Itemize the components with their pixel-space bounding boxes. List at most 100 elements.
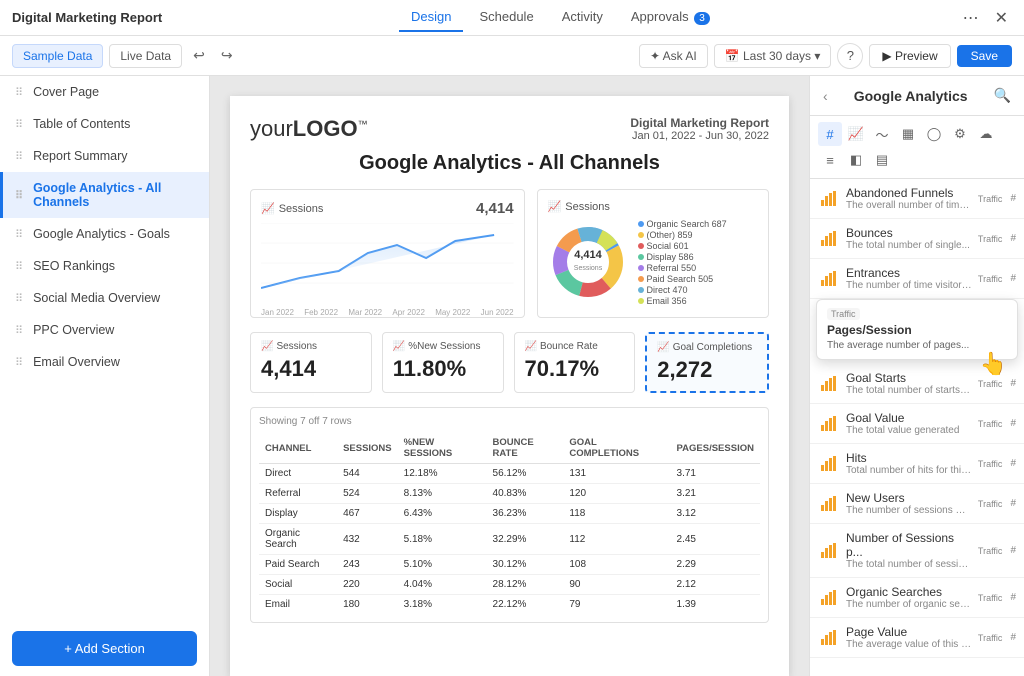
- panel-tab-list[interactable]: ≡: [818, 148, 842, 172]
- panel-search-button[interactable]: 🔍: [991, 86, 1014, 105]
- sidebar-item-label: Cover Page: [33, 85, 99, 99]
- add-section-button[interactable]: + Add Section: [12, 631, 197, 666]
- close-icon[interactable]: ✕: [991, 6, 1012, 30]
- sidebar-item-seo[interactable]: ⠿ SEO Rankings: [0, 250, 209, 282]
- live-data-button[interactable]: Live Data: [109, 44, 182, 68]
- preview-button[interactable]: ▶ Preview: [869, 44, 950, 68]
- panel-item-new-users-tag: Traffic: [978, 499, 1003, 509]
- panel-tab-table[interactable]: ▤: [870, 148, 894, 172]
- col-channel: CHANNEL: [259, 433, 337, 464]
- panel-item-entrances[interactable]: Entrances The number of time visitors...…: [810, 259, 1024, 299]
- panel-item-hits-hash: #: [1010, 458, 1016, 469]
- panel-item-entrances-name: Entrances: [846, 266, 972, 280]
- donut-chart-wrap: 4,414 Sessions Organic Search 687 (Other…: [548, 219, 758, 307]
- app-title: Digital Marketing Report: [12, 10, 162, 25]
- tooltip-container: Traffic Pages/Session The average number…: [810, 299, 1024, 360]
- col-goals: GOAL COMPLETIONS: [563, 433, 670, 464]
- save-button[interactable]: Save: [957, 45, 1012, 67]
- drag-icon: ⠿: [15, 260, 23, 273]
- sidebar-item-label: Report Summary: [33, 149, 127, 163]
- table-row: Direct54412.18%56.12%1313.71: [259, 464, 760, 484]
- panel-tab-cloud[interactable]: ☁: [974, 122, 998, 146]
- tab-activity[interactable]: Activity: [550, 3, 615, 32]
- sidebar-item-label: Google Analytics - All Channels: [33, 181, 197, 209]
- panel-tab-wave[interactable]: 〜: [870, 122, 894, 146]
- toolbar-right: ✦ Ask AI 📅 Last 30 days ▾ ? ▶ Preview Sa…: [639, 43, 1012, 69]
- panel-item-new-users-desc: The number of sessions m...: [846, 505, 972, 516]
- svg-text:4,414: 4,414: [574, 249, 602, 261]
- panel-item-goal-starts-info: Goal Starts The total number of starts f…: [846, 371, 972, 396]
- panel-item-abandoned-funnels[interactable]: Abandoned Funnels The overall number of …: [810, 179, 1024, 219]
- help-button[interactable]: ?: [837, 43, 863, 69]
- panel-tab-circle[interactable]: ◯: [922, 122, 946, 146]
- panel-item-num-sessions-desc: The total number of sessions...: [846, 559, 972, 570]
- share-icon[interactable]: ⋯: [959, 6, 983, 30]
- panel-item-hits-name: Hits: [846, 451, 972, 465]
- tab-approvals[interactable]: Approvals 3: [619, 3, 722, 32]
- panel-item-bounces-name: Bounces: [846, 226, 972, 240]
- line-chart-box: 📈 Sessions 4,414: [250, 189, 525, 318]
- panel-item-organic-searches[interactable]: Organic Searches The number of organic s…: [810, 578, 1024, 618]
- canvas: yourLOGO™ Digital Marketing Report Jan 0…: [210, 76, 809, 676]
- sidebar-item-label: Table of Contents: [33, 117, 130, 131]
- panel-item-hits[interactable]: Hits Total number of hits for this... Tr…: [810, 444, 1024, 484]
- panel-item-goal-value-name: Goal Value: [846, 411, 972, 425]
- metric-goal-value: 2,272: [657, 357, 757, 383]
- table-row: Email1803.18%22.12%791.39: [259, 595, 760, 615]
- panel-item-num-sessions-hash: #: [1010, 545, 1016, 556]
- hand-icon: 👆: [980, 351, 1007, 377]
- top-bar: Digital Marketing Report Design Schedule…: [0, 0, 1024, 36]
- logo-bold: LOGO: [293, 116, 358, 141]
- sidebar: ⠿ Cover Page ⠿ Table of Contents ⠿ Repor…: [0, 76, 210, 676]
- panel-item-page-value[interactable]: Page Value The average value of this pag…: [810, 618, 1024, 658]
- panel-title: Google Analytics: [854, 88, 968, 104]
- sidebar-item-ppc[interactable]: ⠿ PPC Overview: [0, 314, 209, 346]
- panel-item-organic-searches-name: Organic Searches: [846, 585, 972, 599]
- panel-item-bounces[interactable]: Bounces The total number of single... Tr…: [810, 219, 1024, 259]
- panel-icon-tabs: # 📈 〜 ▦ ◯ ⚙ ☁ ≡ ◧ ▤: [810, 116, 1024, 179]
- sidebar-item-toc[interactable]: ⠿ Table of Contents: [0, 108, 209, 140]
- panel-tab-gear[interactable]: ⚙: [948, 122, 972, 146]
- panel-item-new-users[interactable]: New Users The number of sessions m... Tr…: [810, 484, 1024, 524]
- main-layout: ⠿ Cover Page ⠿ Table of Contents ⠿ Repor…: [0, 76, 1024, 676]
- svg-text:Sessions: Sessions: [573, 265, 602, 272]
- sidebar-item-summary[interactable]: ⠿ Report Summary: [0, 140, 209, 172]
- panel-item-page-value-desc: The average value of this pag...: [846, 639, 972, 650]
- panel-tab-layout[interactable]: ◧: [844, 148, 868, 172]
- sidebar-item-label: PPC Overview: [33, 323, 114, 337]
- date-range-button[interactable]: 📅 Last 30 days ▾: [714, 44, 832, 68]
- panel-item-organic-searches-info: Organic Searches The number of organic s…: [846, 585, 972, 610]
- chart-icon: [818, 493, 840, 515]
- sidebar-item-ga-goals[interactable]: ⠿ Google Analytics - Goals: [0, 218, 209, 250]
- chart-icon: [818, 373, 840, 395]
- panel-item-page-value-info: Page Value The average value of this pag…: [846, 625, 972, 650]
- redo-button[interactable]: ↪: [216, 44, 238, 67]
- panel-item-goal-value-hash: #: [1010, 418, 1016, 429]
- drag-icon: ⠿: [15, 228, 23, 241]
- sidebar-item-cover-page[interactable]: ⠿ Cover Page: [0, 76, 209, 108]
- undo-button[interactable]: ↩: [188, 44, 210, 67]
- metric-sessions: 📈 Sessions 4,414: [250, 332, 372, 393]
- panel-tab-hash[interactable]: #: [818, 122, 842, 146]
- donut-svg: 4,414 Sessions: [548, 222, 628, 302]
- panel-item-num-sessions[interactable]: Number of Sessions p... The total number…: [810, 524, 1024, 578]
- panel-back-button[interactable]: ‹: [820, 87, 831, 105]
- sidebar-item-label: SEO Rankings: [33, 259, 115, 273]
- data-table-content: CHANNEL SESSIONS %NEW SESSIONS BOUNCE RA…: [259, 433, 760, 614]
- donut-chart-label: 📈 Sessions: [548, 200, 758, 213]
- sidebar-item-ga-all[interactable]: ⠿ Google Analytics - All Channels: [0, 172, 209, 218]
- panel-item-bounces-info: Bounces The total number of single...: [846, 226, 972, 251]
- panel-tab-line[interactable]: 📈: [844, 122, 868, 146]
- sample-data-button[interactable]: Sample Data: [12, 44, 103, 68]
- sidebar-item-email[interactable]: ⠿ Email Overview: [0, 346, 209, 378]
- tab-design[interactable]: Design: [399, 3, 463, 32]
- ask-ai-button[interactable]: ✦ Ask AI: [639, 44, 708, 68]
- tab-schedule[interactable]: Schedule: [467, 3, 545, 32]
- panel-item-num-sessions-info: Number of Sessions p... The total number…: [846, 531, 972, 570]
- sidebar-item-social[interactable]: ⠿ Social Media Overview: [0, 282, 209, 314]
- panel-tab-grid[interactable]: ▦: [896, 122, 920, 146]
- table-subtitle: Showing 7 off 7 rows: [259, 416, 760, 427]
- drag-icon: ⠿: [15, 150, 23, 163]
- panel-item-new-users-hash: #: [1010, 498, 1016, 509]
- panel-item-goal-value[interactable]: Goal Value The total value generated Tra…: [810, 404, 1024, 444]
